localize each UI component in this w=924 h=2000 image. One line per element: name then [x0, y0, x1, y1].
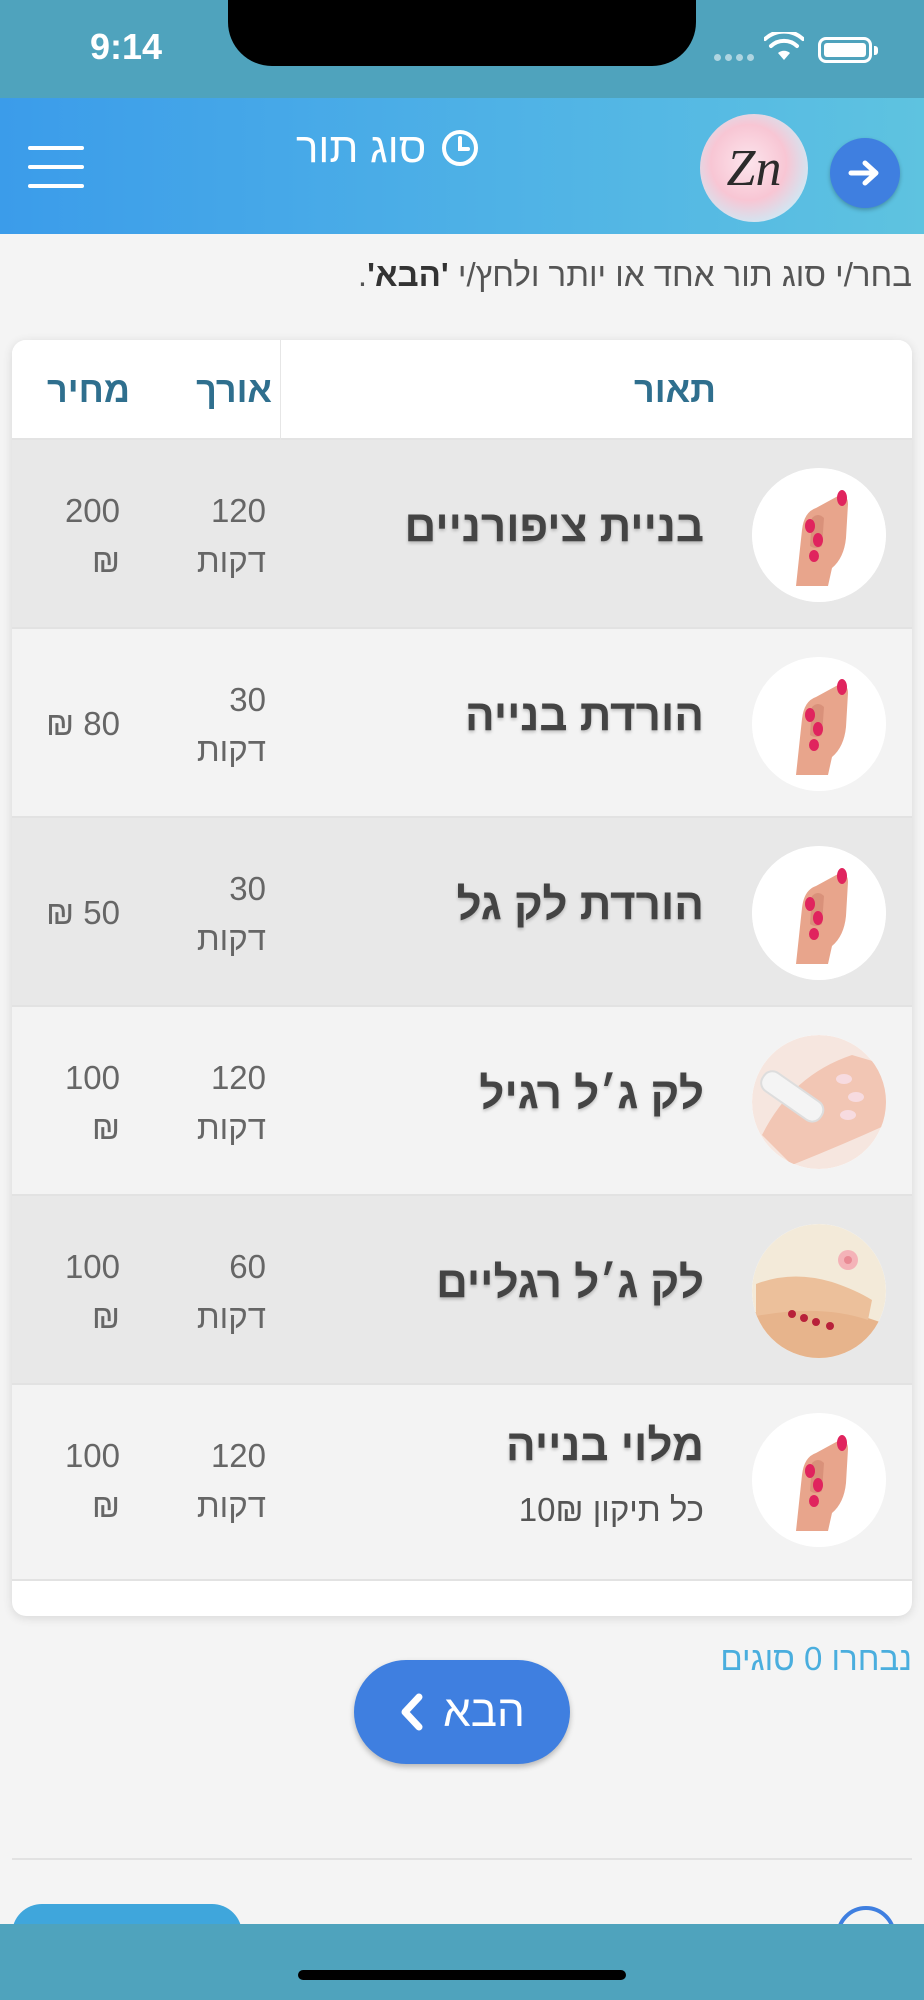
service-price: 100 ₪ [64, 1437, 120, 1524]
service-price: 200 ₪ [64, 492, 120, 579]
page-title: סוג תור [296, 124, 480, 172]
divider [12, 1858, 912, 1860]
service-duration: 60 דקות [196, 1248, 266, 1335]
home-bar-area [0, 1924, 924, 2000]
service-duration: 120 דקות [196, 1437, 266, 1524]
red-manicure-hand-image [752, 657, 886, 791]
service-row[interactable]: לק ג׳ל רגליים 60 דקות 100 ₪ [12, 1196, 912, 1385]
service-price: 100 ₪ [64, 1059, 120, 1146]
chevron-left-icon [401, 1693, 423, 1731]
service-row[interactable]: הורדת לק גל 30 דקות ₪ 50 [12, 818, 912, 1007]
device-notch [228, 0, 696, 66]
table-header: תאור אורך מחיר [12, 340, 912, 440]
cellular-signal-icon [714, 54, 754, 61]
services-table: תאור אורך מחיר בניית ציפורניים 120 דקות 2… [12, 340, 912, 1616]
instruction-text: בחר/י סוג תור אחד או יותר ולחץ/י 'הבא'. [358, 256, 912, 294]
service-row[interactable]: מלוי בנייה כל תיקון 10₪ 120 דקות 100 ₪ [12, 1385, 912, 1581]
battery-icon [818, 37, 878, 63]
clock-icon [442, 130, 479, 166]
service-name: הורדת בנייה [464, 691, 704, 740]
service-duration: 120 דקות [196, 492, 266, 579]
pedicure-feet-image [752, 1224, 886, 1358]
service-name: לק ג׳ל רגיל [479, 1069, 704, 1118]
red-manicure-hand-image [752, 1413, 886, 1547]
selected-count-text: נבחרו 0 סוגים [720, 1640, 912, 1677]
red-manicure-hand-image [752, 468, 886, 602]
service-duration: 120 דקות [196, 1059, 266, 1146]
arrow-right-icon [848, 160, 879, 186]
status-bar: 9:14 [0, 0, 924, 98]
next-button-label: הבא [443, 1687, 525, 1736]
service-note: כל תיקון 10₪ [518, 1491, 704, 1528]
instruction-suffix: . [357, 256, 368, 293]
hamburger-menu-icon[interactable] [28, 146, 84, 188]
instruction-highlight: 'הבא' [367, 256, 449, 293]
forward-button[interactable] [830, 138, 900, 208]
nail-file-hand-image [752, 1035, 886, 1169]
service-price: ₪ 80 [46, 705, 120, 742]
service-row[interactable]: לק ג׳ל רגיל 120 דקות 100 ₪ [12, 1007, 912, 1196]
service-name: לק ג׳ל רגליים [436, 1258, 704, 1307]
service-price: ₪ 50 [46, 894, 120, 931]
service-duration: 30 דקות [196, 681, 266, 768]
home-indicator[interactable] [298, 1970, 626, 1980]
status-time: 9:14 [90, 26, 163, 67]
column-header-price: מחיר [47, 369, 130, 410]
service-row[interactable]: בניית ציפורניים 120 דקות 200 ₪ [12, 440, 912, 629]
app-header: סוג תור Zn [0, 98, 924, 234]
service-price: 100 ₪ [64, 1248, 120, 1335]
next-button[interactable]: הבא [354, 1660, 570, 1764]
column-header-duration: אורך [196, 369, 272, 410]
service-row[interactable]: הורדת בנייה 30 דקות ₪ 80 [12, 629, 912, 818]
service-name: מלוי בנייה [506, 1421, 704, 1470]
service-name: בניית ציפורניים [404, 502, 704, 551]
services-rows: בניית ציפורניים 120 דקות 200 ₪ הורדת בנייה… [12, 440, 912, 1581]
page-title-text: סוג תור [296, 124, 427, 171]
service-name: הורדת לק גל [456, 880, 704, 929]
logo-text: Zn [726, 139, 782, 197]
instruction-prefix: בחר/י סוג תור אחד או יותר ולחץ/י [457, 256, 912, 293]
service-duration: 30 דקות [196, 870, 266, 957]
wifi-icon [764, 32, 804, 60]
column-header-description: תאור [280, 340, 716, 440]
brand-logo: Zn [700, 114, 808, 222]
red-manicure-hand-image [752, 846, 886, 980]
